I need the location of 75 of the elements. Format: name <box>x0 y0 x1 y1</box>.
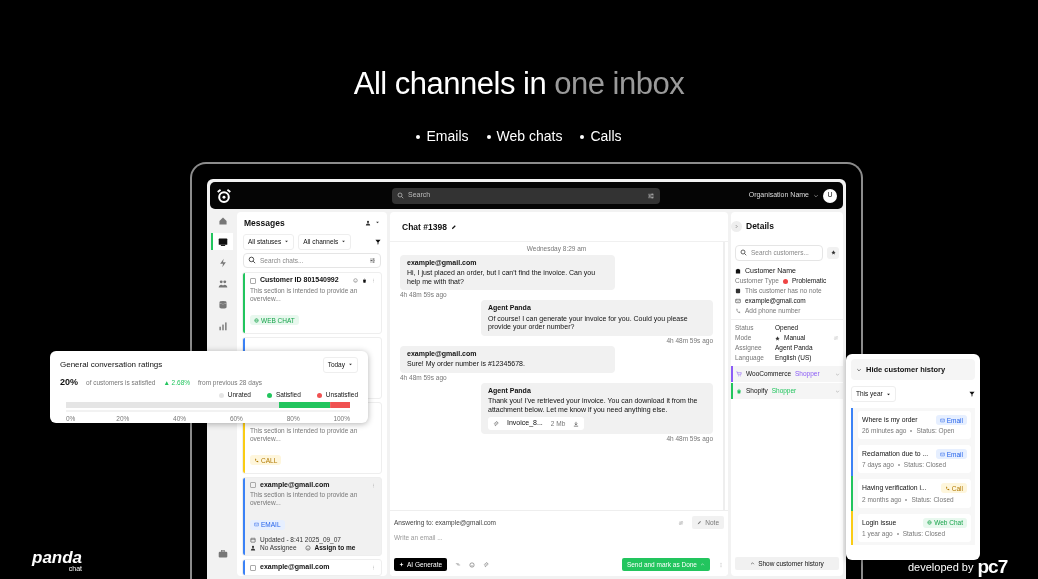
smile-icon <box>353 278 358 283</box>
search-icon <box>740 249 747 257</box>
building-icon <box>735 267 741 274</box>
caret-icon <box>375 220 380 226</box>
chevron-right-icon <box>734 223 739 229</box>
chevron-down-icon <box>835 371 840 377</box>
lightning-icon <box>218 257 228 268</box>
cart-icon <box>736 371 742 377</box>
bullet-dot <box>580 134 585 139</box>
caret-icon <box>341 239 347 245</box>
checkbox[interactable] <box>250 564 256 571</box>
paperclip-icon <box>493 420 499 427</box>
partner-logo: pc7 <box>977 555 1008 579</box>
panel-title: Details <box>746 220 774 233</box>
bullet-dot <box>486 134 491 139</box>
phone-icon <box>735 308 741 314</box>
filter-sliders-icon <box>647 191 655 200</box>
pencil-icon <box>450 224 457 231</box>
user-icon <box>365 220 371 227</box>
mail-icon <box>735 298 741 304</box>
search-icon <box>248 256 256 265</box>
checkbox[interactable] <box>250 277 256 284</box>
caret-icon <box>348 362 353 368</box>
phone-icon <box>254 457 259 463</box>
bag-icon <box>362 278 367 283</box>
emoji-icon <box>469 561 476 568</box>
phone-icon <box>944 485 950 491</box>
alarm-clock-logo-icon <box>216 187 232 204</box>
paperclip-icon <box>483 561 490 568</box>
sparkle-icon <box>399 562 404 567</box>
database-icon <box>218 299 228 310</box>
chevron-up-icon <box>700 562 705 567</box>
chevron-down-icon <box>856 366 862 373</box>
settings-icon <box>830 250 836 256</box>
checkbox[interactable] <box>250 482 256 488</box>
bag-icon <box>736 388 742 394</box>
panel-title: Messages <box>244 217 285 230</box>
settings-button[interactable] <box>827 246 839 259</box>
channel-item: Emails <box>426 128 469 145</box>
globe-icon <box>254 317 259 323</box>
briefcase-icon <box>218 548 228 559</box>
star-icon <box>775 335 780 341</box>
globe-icon <box>927 520 933 526</box>
mail-icon <box>254 522 259 528</box>
chevron-up-icon <box>750 561 756 566</box>
chevron-down-icon <box>813 192 819 199</box>
calendar-icon <box>250 537 256 544</box>
filter-sliders-icon <box>369 256 376 264</box>
channel-item: Web chats <box>496 128 563 145</box>
channel-item: Calls <box>590 128 622 145</box>
inbox-icon <box>218 236 228 247</box>
developed-by-label: developed by <box>908 560 974 575</box>
user-icon <box>250 545 256 552</box>
home-icon <box>218 215 228 226</box>
search-icon <box>397 192 404 199</box>
caret-icon <box>885 391 891 397</box>
swap-icon <box>833 335 839 341</box>
chevron-down-icon <box>835 388 840 394</box>
download-icon <box>573 420 580 427</box>
bullet-dot <box>416 134 421 139</box>
chat-title: Chat #1398 <box>402 221 447 234</box>
mail-icon <box>939 451 945 457</box>
bar-chart-icon <box>218 320 228 331</box>
people-icon <box>218 278 228 289</box>
brand-logo: panda <box>32 549 83 566</box>
card-title: General conversation ratings <box>60 358 163 371</box>
mail-icon <box>939 417 945 423</box>
caret-icon <box>284 239 290 245</box>
note-icon <box>735 288 741 294</box>
swap-icon <box>678 519 685 526</box>
filter-icon <box>375 238 381 245</box>
headline: All channels in one inbox <box>353 66 685 101</box>
percent-value: 20% <box>60 375 78 389</box>
pencil-icon <box>697 520 703 525</box>
nav-item[interactable] <box>211 233 233 250</box>
